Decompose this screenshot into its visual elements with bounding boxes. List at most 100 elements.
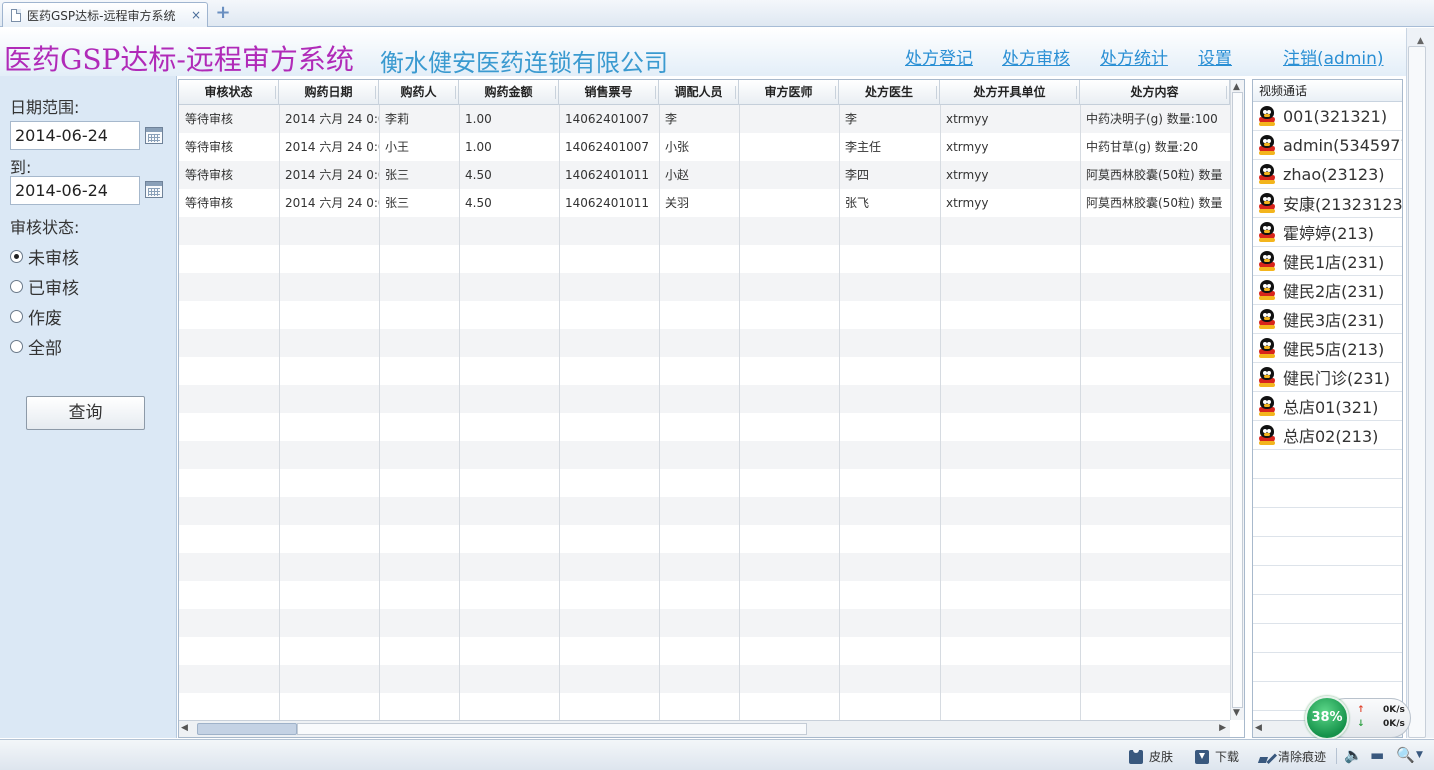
grid-vertical-scroll-thumb[interactable]: [1232, 92, 1243, 708]
contact-item[interactable]: zhao(23123): [1253, 160, 1402, 189]
nav-logout[interactable]: 注销(admin): [1283, 44, 1384, 69]
download-rate: 0K/s: [1383, 719, 1405, 729]
table-row[interactable]: 等待审核 2014 六月 24 0:0 张三 4.50 14062401011 …: [179, 189, 1230, 217]
column-header[interactable]: 审核状态: [179, 80, 279, 105]
column-header[interactable]: 销售票号: [559, 80, 659, 105]
column-header[interactable]: 购药日期: [279, 80, 379, 105]
radio-icon[interactable]: [10, 280, 23, 293]
scroll-down-icon[interactable]: ▼: [1233, 708, 1240, 718]
contact-item[interactable]: admin(53459770: [1253, 131, 1402, 160]
status-option-void[interactable]: 作废: [10, 304, 62, 329]
radio-icon[interactable]: [10, 310, 23, 323]
contact-item[interactable]: 总店01(321): [1253, 392, 1402, 421]
column-header[interactable]: 处方开具单位: [940, 80, 1080, 105]
radio-selected-icon[interactable]: [10, 250, 23, 263]
contact-item[interactable]: 健民门诊(231): [1253, 363, 1402, 392]
date-to-input[interactable]: 2014-06-24: [10, 176, 140, 205]
status-option-all[interactable]: 全部: [10, 334, 62, 359]
contact-item[interactable]: 健民1店(231): [1253, 247, 1402, 276]
radio-icon[interactable]: [10, 340, 23, 353]
new-tab-icon[interactable]: +: [214, 4, 232, 22]
contact-name: 健民2店(231): [1283, 282, 1385, 301]
contact-item[interactable]: 健民3店(231): [1253, 305, 1402, 334]
download-button[interactable]: 下载: [1195, 748, 1239, 765]
cell-date: 2014 六月 24 0:0: [285, 140, 379, 154]
broom-icon: [1258, 750, 1272, 764]
grid-horizontal-scrollbar[interactable]: ◀ ▶: [179, 720, 1230, 737]
cell-status: 等待审核: [185, 168, 234, 182]
column-divider: [459, 105, 460, 720]
empty-contact-row: [1253, 624, 1402, 653]
empty-contact-row: [1253, 450, 1402, 479]
clear-history-label: 清除痕迹: [1278, 750, 1327, 764]
status-option-reviewed[interactable]: 已审核: [10, 274, 79, 299]
filter-panel: 日期范围: 2014-06-24 到: 2014-06-24 审核状态: 未审核…: [0, 76, 177, 738]
empty-row: [179, 217, 1230, 245]
clear-history-button[interactable]: 清除痕迹: [1258, 748, 1326, 765]
contact-item[interactable]: 总店02(213): [1253, 421, 1402, 450]
cell-reviewer: [739, 189, 839, 217]
page-scrollbar[interactable]: ▲: [1406, 28, 1434, 738]
table-row[interactable]: 等待审核 2014 六月 24 0:0 李莉 1.00 14062401007 …: [179, 105, 1230, 133]
contact-name: 霍婷婷(213): [1283, 224, 1375, 243]
table-row[interactable]: 等待审核 2014 六月 24 0:0 小王 1.00 14062401007 …: [179, 133, 1230, 161]
contact-item[interactable]: 安康(213231234: [1253, 189, 1402, 218]
nav-prescription-stats[interactable]: 处方统计: [1100, 44, 1168, 69]
column-header[interactable]: 购药人: [379, 80, 459, 105]
upload-rate: 0K/s: [1383, 705, 1405, 715]
qq-penguin-icon: [1257, 193, 1277, 213]
contact-item[interactable]: 健民2店(231): [1253, 276, 1402, 305]
skin-button[interactable]: 皮肤: [1129, 748, 1173, 765]
contact-item[interactable]: 霍婷婷(213): [1253, 218, 1402, 247]
contact-item[interactable]: 健民5店(213): [1253, 334, 1402, 363]
nav-settings[interactable]: 设置: [1198, 44, 1232, 69]
status-option-label: 已审核: [28, 279, 79, 299]
column-divider: [379, 105, 380, 720]
status-option-label: 全部: [28, 339, 62, 359]
status-label: 审核状态:: [10, 218, 80, 237]
qq-penguin-icon: [1257, 164, 1277, 184]
table-row[interactable]: 等待审核 2014 六月 24 0:0 张三 4.50 14062401011 …: [179, 161, 1230, 189]
scroll-up-icon[interactable]: ▲: [1233, 82, 1240, 92]
contact-item[interactable]: 001(321321): [1253, 102, 1402, 131]
cell-amount: 1.00: [465, 140, 492, 154]
qq-penguin-icon: [1257, 280, 1277, 300]
column-header[interactable]: 审方医师: [739, 80, 839, 105]
qq-penguin-icon: [1257, 309, 1277, 329]
status-option-unreviewed[interactable]: 未审核: [10, 244, 79, 269]
grid-horizontal-scroll-track[interactable]: [297, 723, 807, 735]
usage-percent[interactable]: 38%: [1305, 696, 1349, 740]
tab-close-icon[interactable]: ×: [191, 8, 201, 22]
to-label: 到:: [10, 158, 32, 177]
column-header[interactable]: 购药金额: [459, 80, 559, 105]
calendar-icon[interactable]: [145, 127, 163, 144]
browser-tab[interactable]: 医药GSP达标-远程审方系统 ×: [2, 2, 208, 27]
scroll-right-icon[interactable]: ▶: [1219, 723, 1226, 733]
empty-contact-row: [1253, 653, 1402, 682]
nav-prescription-review[interactable]: 处方审核: [1002, 44, 1070, 69]
query-button[interactable]: 查询: [26, 396, 145, 430]
browser-status-bar: 皮肤 下载 清除痕迹 🔈 ▬ 🔍 ▼: [0, 739, 1434, 770]
nav-prescription-register[interactable]: 处方登记: [905, 44, 973, 69]
grid-horizontal-scroll-thumb[interactable]: [197, 723, 297, 735]
network-speed-widget[interactable]: 38% ↑ 0K/s ↓ 0K/s: [1305, 696, 1411, 740]
date-from-input[interactable]: 2014-06-24: [10, 121, 140, 150]
contact-name: 健民3店(231): [1283, 311, 1385, 330]
document-icon: [11, 8, 21, 22]
scroll-left-icon[interactable]: ◀: [181, 723, 188, 733]
scroll-left-icon[interactable]: ◀: [1255, 723, 1262, 733]
cell-doctor: 李主任: [845, 140, 882, 154]
cell-content: 阿莫西林胶囊(50粒) 数量: [1086, 168, 1223, 182]
chevron-down-icon[interactable]: ▼: [1416, 750, 1423, 760]
cell-status: 等待审核: [185, 196, 234, 210]
calendar-icon[interactable]: [145, 181, 163, 198]
grid-body: 等待审核 2014 六月 24 0:0 李莉 1.00 14062401007 …: [179, 105, 1230, 720]
column-header[interactable]: 调配人员: [659, 80, 739, 105]
grid-vertical-scrollbar[interactable]: ▲ ▼: [1230, 80, 1244, 720]
page-scroll-thumb[interactable]: [1408, 46, 1426, 738]
column-header[interactable]: 处方医生: [839, 80, 940, 105]
speaker-icon[interactable]: 🔈: [1344, 746, 1363, 764]
monitor-icon[interactable]: ▬: [1370, 746, 1384, 764]
zoom-icon[interactable]: 🔍: [1396, 746, 1415, 764]
column-header[interactable]: 处方内容: [1080, 80, 1230, 105]
